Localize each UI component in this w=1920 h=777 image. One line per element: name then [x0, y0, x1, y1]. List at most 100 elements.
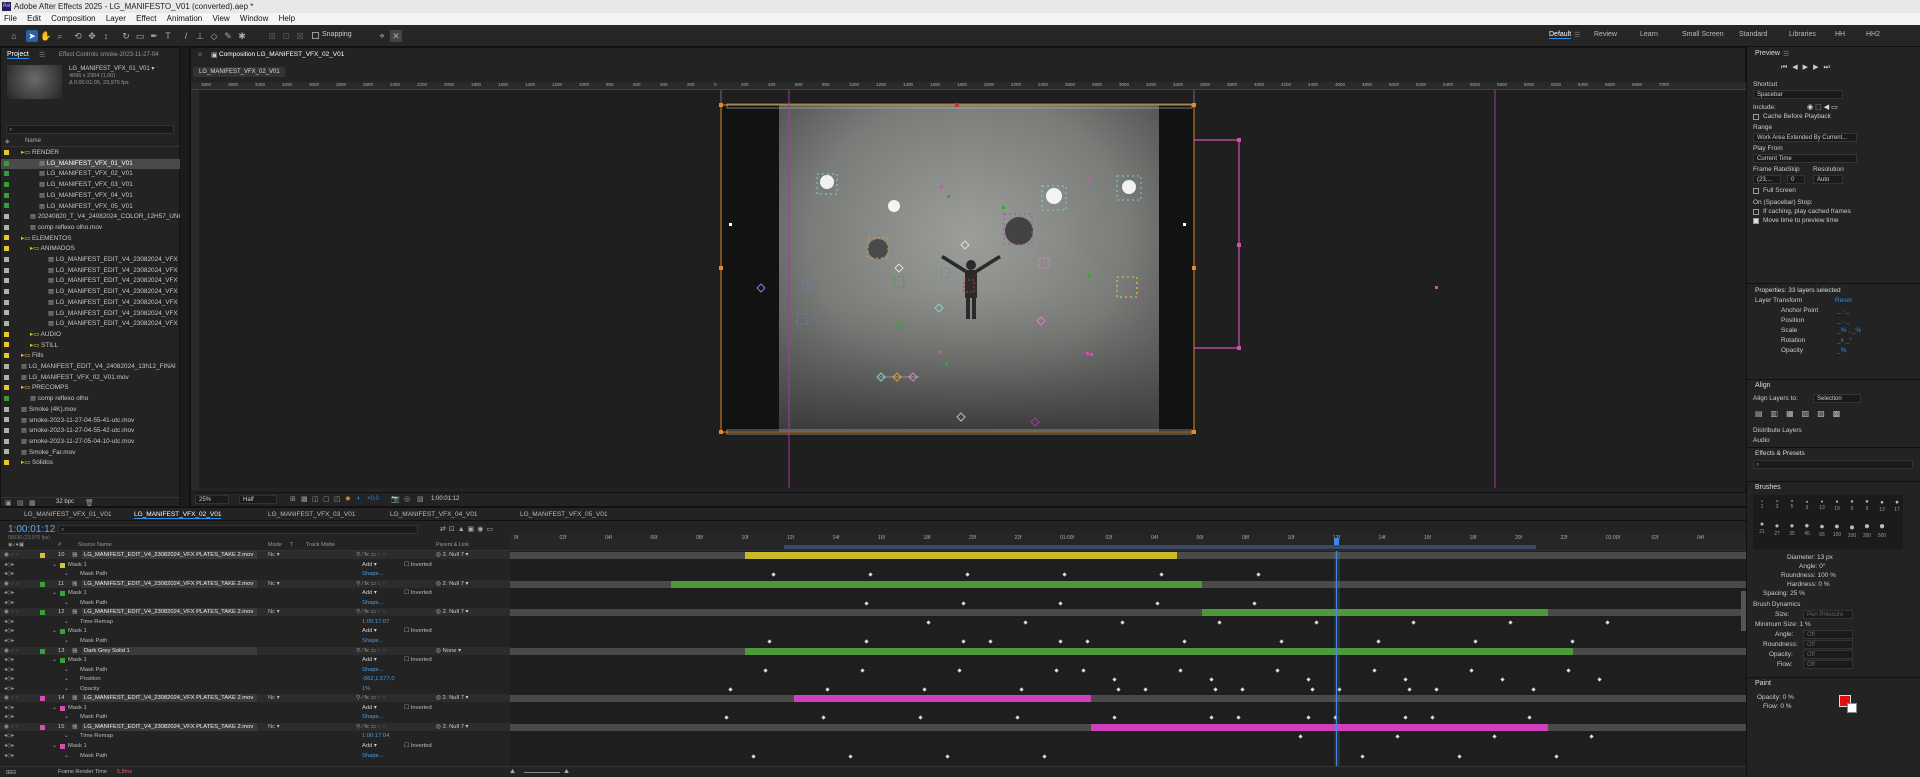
- inverted-checkbox[interactable]: ☐ Inverted: [404, 589, 432, 597]
- project-item[interactable]: ▸▭ Sólidos: [1, 458, 181, 468]
- project-item[interactable]: ▦ LG_MANIFEST_VFX_05_V01: [1, 202, 181, 212]
- layer-name[interactable]: LG_MANIFEST_EDIT_V4_23082024_VFX PLATES_…: [82, 694, 257, 703]
- property-row[interactable]: ◂◇▸ ⌄ Mask Path Shape...: [0, 752, 510, 760]
- brush-tip[interactable]: ● 13: [1876, 499, 1888, 517]
- brush-tip[interactable]: ● 13: [1816, 499, 1828, 517]
- opacity-value[interactable]: _%: [1837, 347, 1846, 354]
- project-item[interactable]: ▦ LG_MANIFEST_EDIT_V4_23082024_VFX I: [1, 298, 181, 308]
- expand-arrow-icon[interactable]: ⌄: [64, 732, 69, 740]
- composition-viewer[interactable]: [199, 90, 1747, 488]
- keyframe[interactable]: [1411, 620, 1416, 625]
- project-item[interactable]: ▦ LG_MANIFEST_VFX_02_V01: [1, 169, 181, 179]
- brush-icon[interactable]: /: [180, 30, 192, 42]
- timeline-tab[interactable]: LG_MANIFEST_VFX_02_V01: [134, 511, 222, 519]
- keyframe[interactable]: [1217, 620, 1222, 625]
- layer-row[interactable]: ◉ ◌ ◌ 13 ▦ Dark Grey Solid 1 ⚲ ∕ fx ▭ ◌ ◌ ◎ N…: [0, 646, 510, 655]
- project-item[interactable]: ▦ LG_MANIFEST_VFX_04_V01: [1, 191, 181, 201]
- parent-select[interactable]: ◎ 2. Null 7 ▾: [436, 608, 468, 616]
- layer-bar-segment[interactable]: [744, 647, 1573, 655]
- exposure-icon[interactable]: ◐: [357, 495, 361, 502]
- keyframe[interactable]: [1473, 639, 1478, 644]
- keyframe[interactable]: [724, 715, 729, 720]
- keyframe[interactable]: [1015, 715, 1020, 720]
- home-icon[interactable]: ⌂: [8, 30, 20, 42]
- workspace-small-screen[interactable]: Small Screen: [1682, 31, 1724, 38]
- position-value[interactable]: _ , _: [1837, 317, 1850, 324]
- property-row[interactable]: ◂◇▸ ⌄ Mask Path Shape...: [0, 570, 510, 578]
- brush-tip[interactable]: ● 200: [1846, 521, 1858, 539]
- visibility-icon[interactable]: ◂◇▸: [4, 675, 14, 683]
- scale-value[interactable]: _% , _%: [1837, 327, 1861, 334]
- layer-duration-bar[interactable]: [510, 723, 1746, 731]
- keyframe[interactable]: [1597, 677, 1602, 682]
- expand-arrow-icon[interactable]: ⌄: [64, 599, 69, 607]
- zoom-icon[interactable]: ⌕: [54, 30, 66, 42]
- project-item[interactable]: ▦ comp reflexo olho.mov: [1, 223, 181, 233]
- align-buttons[interactable]: ▤▥▦▧▨▩: [1755, 409, 1848, 418]
- parent-select[interactable]: ◎ 2. Null 7 ▾: [436, 723, 468, 731]
- brush-tip[interactable]: ● 27: [1771, 521, 1783, 539]
- include-toggles[interactable]: ◉⬚◀▭: [1807, 103, 1840, 111]
- visibility-icon[interactable]: ◂◇▸: [4, 589, 14, 597]
- keyframe[interactable]: [1570, 639, 1575, 644]
- project-item[interactable]: ▦ LG_MANIFEST_VFX_03_V01: [1, 180, 181, 190]
- show-channel-icon[interactable]: ◎: [404, 495, 410, 503]
- shortcut-select[interactable]: Spacebar: [1753, 90, 1843, 99]
- brush-spacing[interactable]: Spacing: 25 %: [1763, 590, 1805, 597]
- full-screen-checkbox[interactable]: [1753, 188, 1759, 194]
- preview-resolution-select[interactable]: Auto: [1813, 175, 1843, 184]
- toggle-switches-icon[interactable]: ⊞⊟: [6, 769, 16, 776]
- workspace-default[interactable]: Default: [1549, 31, 1572, 39]
- keyframe[interactable]: [763, 667, 768, 673]
- expand-arrow-icon[interactable]: ⌄: [64, 637, 69, 645]
- menu-file[interactable]: File: [4, 14, 17, 23]
- keyframe[interactable]: [1209, 715, 1214, 720]
- layer-mode-select[interactable]: Nc ▾: [268, 580, 280, 588]
- project-tab[interactable]: Project: [7, 51, 29, 59]
- keyframe[interactable]: [922, 687, 927, 692]
- menu-window[interactable]: Window: [240, 14, 268, 23]
- layer-name[interactable]: LG_MANIFEST_EDIT_V4_23082024_VFX PLATES_…: [82, 722, 257, 731]
- layer-row[interactable]: ◉ ◌ ◌ 10 ▦ LG_MANIFEST_EDIT_V4_23082024_VFX…: [0, 551, 510, 559]
- keyframe[interactable]: [1306, 677, 1311, 682]
- visibility-icon[interactable]: ◉ ◌ ◌: [4, 694, 19, 702]
- mask-group-row[interactable]: ◂◇▸ ⌄ Mask 1 Add ▾ ☐ Inverted: [0, 561, 510, 569]
- keyframe[interactable]: [728, 687, 733, 692]
- timeline-tab[interactable]: LG_MANIFEST_VFX_03_V01: [268, 511, 355, 518]
- project-item[interactable]: ▦ LG_MANIFEST_EDIT_V4_24082024_13h12_FIN…: [1, 362, 181, 372]
- visibility-icon[interactable]: ◂◇▸: [4, 666, 14, 674]
- layer-bar-segment[interactable]: [1202, 609, 1549, 617]
- composition-tab[interactable]: Composition LG_MANIFEST_VFX_02_V01: [219, 51, 344, 58]
- layer-mode-select[interactable]: Nc ▾: [268, 723, 280, 731]
- keyframe[interactable]: [821, 715, 826, 720]
- timeline-timecode[interactable]: 1:00:01:12: [8, 524, 55, 535]
- workspace-menu-icon[interactable]: ☰: [1574, 31, 1580, 39]
- expand-arrow-icon[interactable]: ⌄: [52, 742, 57, 750]
- keyframe[interactable]: [926, 620, 931, 625]
- project-menu-icon[interactable]: ☰: [39, 51, 45, 59]
- rotation-value[interactable]: _x _°: [1837, 337, 1852, 344]
- keyframe[interactable]: [1023, 620, 1028, 625]
- property-value[interactable]: Add ▾: [362, 589, 377, 597]
- visibility-icon[interactable]: ◂◇▸: [4, 732, 14, 740]
- type-icon[interactable]: T: [162, 30, 174, 42]
- visibility-icon[interactable]: ◉ ◌ ◌: [4, 580, 19, 588]
- keyframe[interactable]: [1469, 667, 1474, 673]
- keyframe[interactable]: [1508, 620, 1513, 625]
- layer-row[interactable]: ◉ ◌ ◌ 12 ▦ LG_MANIFEST_EDIT_V4_23082024_VFX…: [0, 608, 510, 617]
- brush-tip[interactable]: ● 5: [1786, 499, 1798, 517]
- visibility-icon[interactable]: ◂◇▸: [4, 561, 14, 569]
- axis-local-icon[interactable]: ⊞: [266, 30, 278, 42]
- keyframe[interactable]: [1527, 715, 1532, 720]
- dolly-icon[interactable]: ↕: [100, 30, 112, 42]
- visibility-icon[interactable]: ◂◇▸: [4, 570, 14, 578]
- keyframe[interactable]: [1182, 639, 1187, 644]
- project-item[interactable]: ▸▭ RENDER: [1, 148, 181, 158]
- project-item[interactable]: ▦ smoke-2023-11-27-04-55-41-utc.mov: [1, 416, 181, 426]
- property-value[interactable]: Add ▾: [362, 656, 377, 664]
- workspace-review[interactable]: Review: [1594, 31, 1617, 38]
- property-value[interactable]: Shape...: [362, 666, 384, 674]
- property-value[interactable]: 1%: [362, 685, 370, 693]
- keyframe[interactable]: [1062, 572, 1067, 577]
- keyframe[interactable]: [1054, 667, 1059, 673]
